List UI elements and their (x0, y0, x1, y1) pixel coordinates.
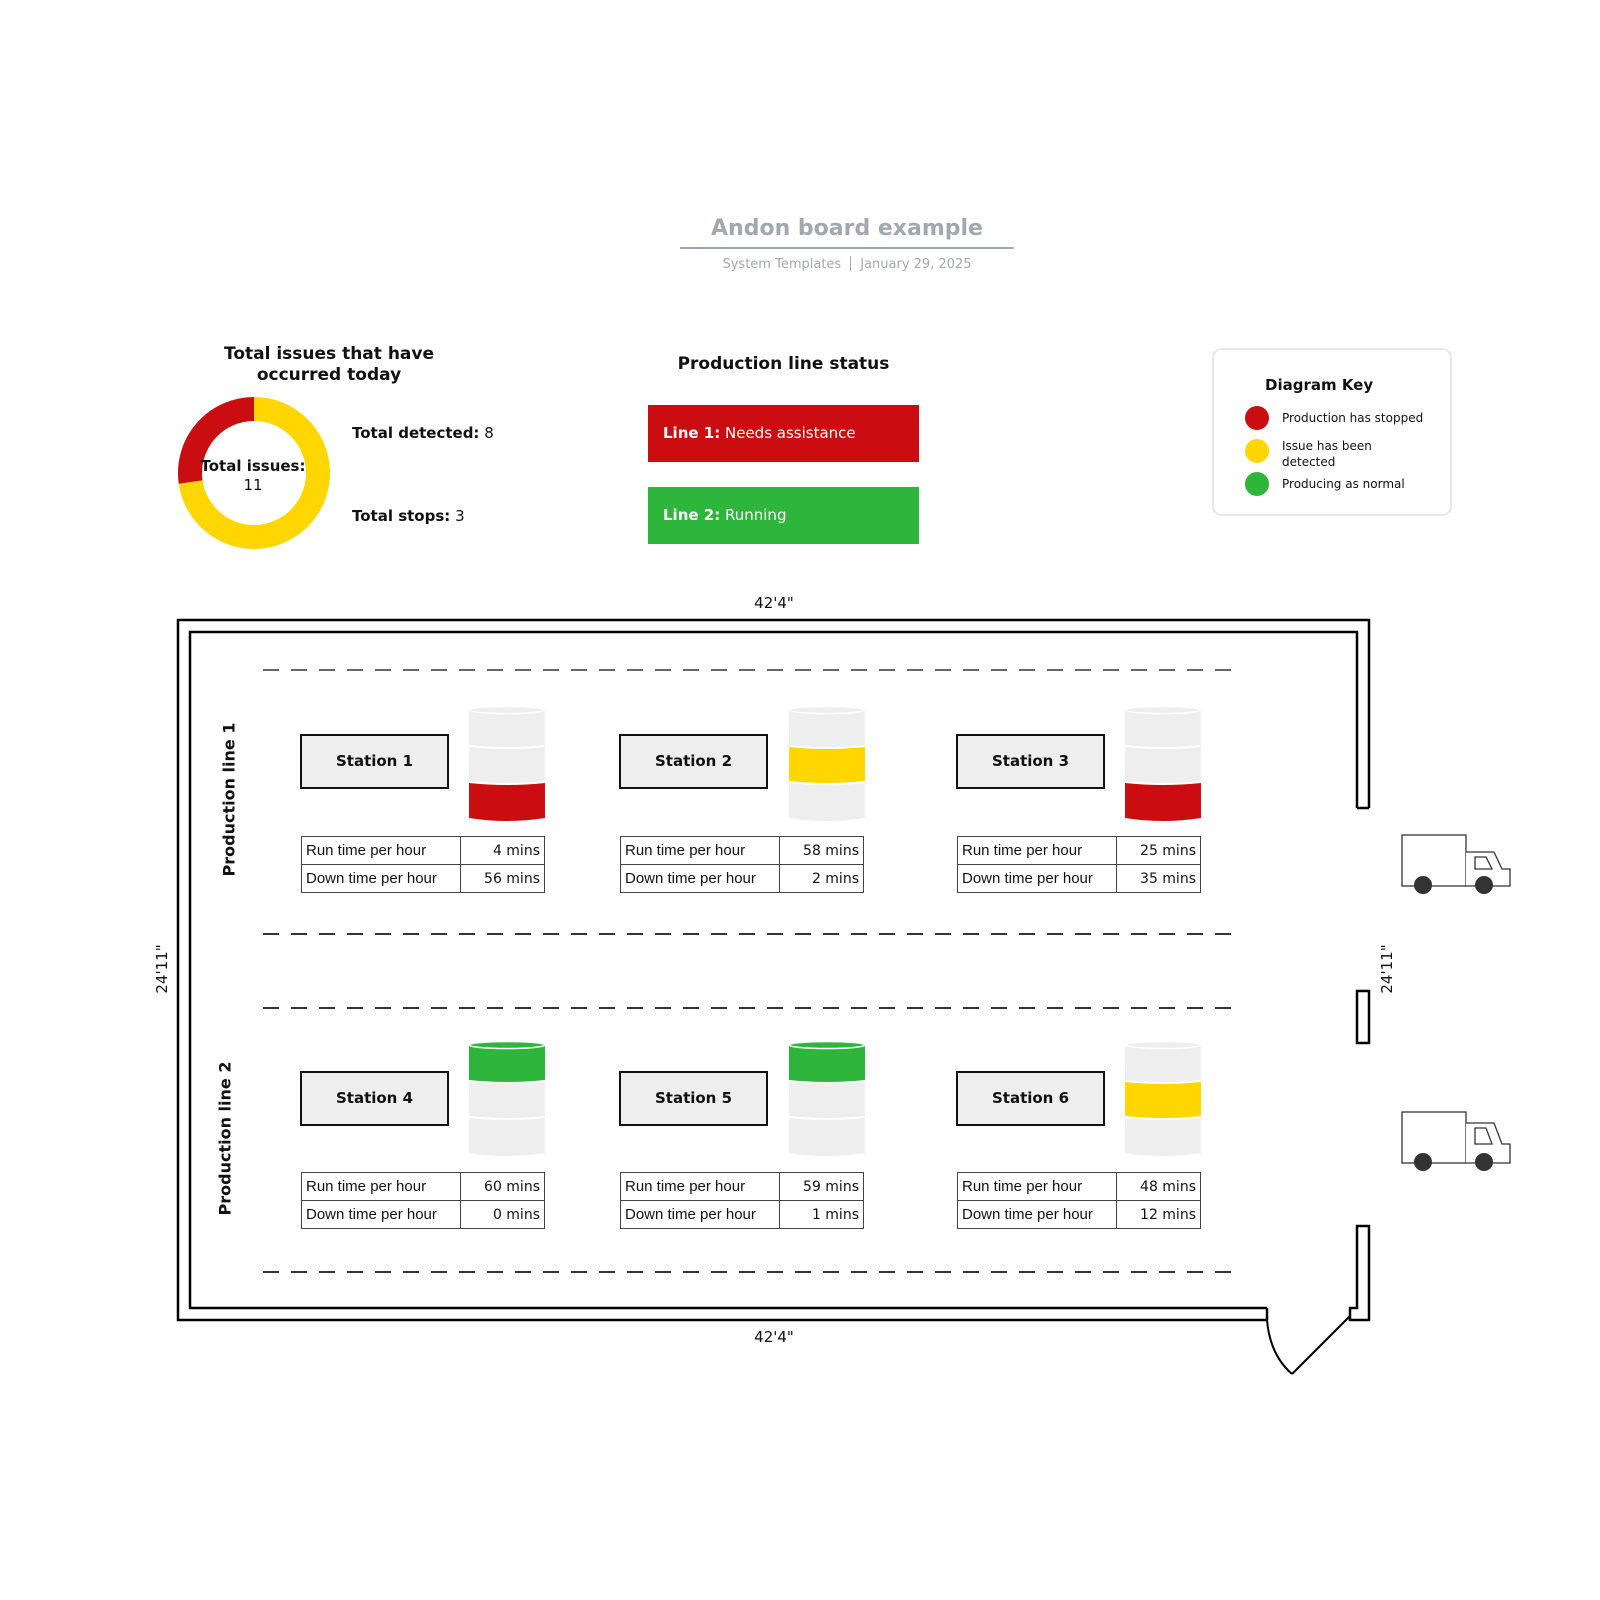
down-time-label: Down time per hour (620, 1200, 780, 1229)
dimension-top: 42'4" (754, 594, 794, 612)
light-segment-middle (789, 1081, 865, 1119)
run-time-row: Run time per hour 58 mins (620, 836, 864, 865)
down-time-value: 35 mins (1116, 864, 1201, 893)
station-2[interactable]: Station 2 (619, 734, 768, 789)
run-time-label: Run time per hour (301, 836, 461, 865)
light-segment-middle (469, 1081, 545, 1119)
down-time-value: 0 mins (460, 1200, 545, 1229)
run-time-value: 25 mins (1116, 836, 1201, 865)
production-line-2-label: Production line 2 (215, 1061, 235, 1216)
light-segment-bottom (469, 1117, 545, 1156)
light-cap (789, 1041, 865, 1050)
down-time-row: Down time per hour 1 mins (620, 1200, 864, 1229)
light-segment-middle (1125, 1081, 1201, 1119)
station-3-metrics-table: Run time per hour 25 mins Down time per ho… (957, 836, 1201, 893)
wall-pillar (1355, 989, 1371, 1045)
station-1-metrics-table: Run time per hour 4 mins Down time per hou… (301, 836, 545, 893)
station-4-metrics-table: Run time per hour 60 mins Down time per ho… (301, 1172, 545, 1229)
down-time-label: Down time per hour (620, 864, 780, 893)
station-5[interactable]: Station 5 (619, 1071, 768, 1126)
light-segment-middle (789, 746, 865, 784)
station-3-andon-light-icon (1125, 706, 1201, 821)
run-time-row: Run time per hour 48 mins (957, 1172, 1201, 1201)
run-time-value: 4 mins (460, 836, 545, 865)
dimension-bottom: 42'4" (754, 1328, 794, 1346)
down-time-row: Down time per hour 2 mins (620, 864, 864, 893)
light-cap (1125, 706, 1201, 715)
station-5-metrics-table: Run time per hour 59 mins Down time per ho… (620, 1172, 864, 1229)
door (1266, 1315, 1351, 1375)
light-segment-middle (1125, 746, 1201, 784)
dimension-right: 24'11" (1378, 944, 1396, 994)
light-segment-bottom (1125, 1117, 1201, 1156)
station-2-andon-light-icon (789, 706, 865, 821)
down-time-row: Down time per hour 35 mins (957, 864, 1201, 893)
down-time-label: Down time per hour (957, 1200, 1117, 1229)
station-1[interactable]: Station 1 (300, 734, 449, 789)
station-6-metrics-table: Run time per hour 48 mins Down time per ho… (957, 1172, 1201, 1229)
dimension-left: 24'11" (153, 944, 171, 994)
station-2-metrics-table: Run time per hour 58 mins Down time per ho… (620, 836, 864, 893)
light-cap (789, 706, 865, 715)
light-cap (1125, 1041, 1201, 1050)
run-time-value: 58 mins (779, 836, 864, 865)
run-time-label: Run time per hour (957, 836, 1117, 865)
down-time-value: 12 mins (1116, 1200, 1201, 1229)
light-segment-bottom (789, 782, 865, 821)
truck-icon (1401, 1111, 1511, 1171)
down-time-label: Down time per hour (301, 864, 461, 893)
wall-segment-bottom-right (1348, 1224, 1371, 1322)
down-time-row: Down time per hour 0 mins (301, 1200, 545, 1229)
down-time-row: Down time per hour 12 mins (957, 1200, 1201, 1229)
run-time-label: Run time per hour (957, 1172, 1117, 1201)
run-time-value: 59 mins (779, 1172, 864, 1201)
run-time-row: Run time per hour 25 mins (957, 836, 1201, 865)
station-6-andon-light-icon (1125, 1041, 1201, 1156)
down-time-value: 1 mins (779, 1200, 864, 1229)
station-4-andon-light-icon (469, 1041, 545, 1156)
light-segment-bottom (789, 1117, 865, 1156)
run-time-row: Run time per hour 4 mins (301, 836, 545, 865)
station-3[interactable]: Station 3 (956, 734, 1105, 789)
run-time-value: 60 mins (460, 1172, 545, 1201)
truck-icon (1401, 834, 1511, 894)
production-line-1-label: Production line 1 (219, 722, 239, 877)
station-4[interactable]: Station 4 (300, 1071, 449, 1126)
light-segment-bottom (1125, 782, 1201, 821)
run-time-label: Run time per hour (301, 1172, 461, 1201)
down-time-value: 56 mins (460, 864, 545, 893)
light-cap (469, 706, 545, 715)
light-segment-middle (469, 746, 545, 784)
down-time-label: Down time per hour (957, 864, 1117, 893)
light-cap (469, 1041, 545, 1050)
run-time-value: 48 mins (1116, 1172, 1201, 1201)
down-time-label: Down time per hour (301, 1200, 461, 1229)
station-1-andon-light-icon (469, 706, 545, 821)
light-segment-bottom (469, 782, 545, 821)
run-time-label: Run time per hour (620, 1172, 780, 1201)
down-time-value: 2 mins (779, 864, 864, 893)
run-time-row: Run time per hour 59 mins (620, 1172, 864, 1201)
station-5-andon-light-icon (789, 1041, 865, 1156)
run-time-row: Run time per hour 60 mins (301, 1172, 545, 1201)
door-swing-arc (1266, 1319, 1293, 1375)
run-time-label: Run time per hour (620, 836, 780, 865)
door-leaf (1291, 1315, 1351, 1375)
station-6[interactable]: Station 6 (956, 1071, 1105, 1126)
down-time-row: Down time per hour 56 mins (301, 864, 545, 893)
